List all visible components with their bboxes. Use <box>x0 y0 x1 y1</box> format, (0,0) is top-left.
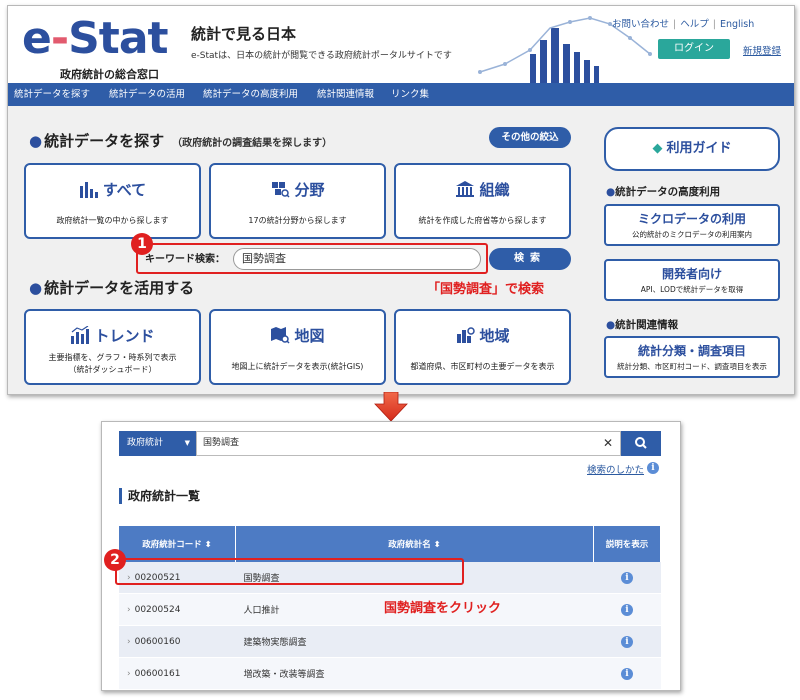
results-search-button[interactable] <box>621 431 661 456</box>
search-button[interactable]: 検索 <box>489 248 571 270</box>
dropdown-caret-icon: ▼ <box>184 439 190 447</box>
government-building-icon <box>456 181 475 197</box>
card-region-desc: 都道府県、市区町村の主要データを表示 <box>410 362 555 371</box>
card-trend-title: トレンド <box>26 325 199 346</box>
info-icon[interactable]: i <box>621 635 633 648</box>
search-section-title: ● 統計データを探す （政府統計の調査結果を探します） <box>29 132 333 150</box>
card-region-title: 地域 <box>396 325 569 346</box>
row-code-cell: › 00600160 <box>119 625 236 658</box>
results-list-title: 政府統計一覧 <box>119 488 200 504</box>
trend-chart-icon <box>71 325 90 344</box>
site-description: e-Statは、日本の統計が閲覧できる政府統計ポータルサイトです <box>191 51 452 61</box>
region-search-icon <box>457 327 476 343</box>
search-howto-link[interactable]: 検索のしかた <box>587 462 644 476</box>
chevron-right-icon: › <box>127 668 131 679</box>
step1-badge: 1 <box>131 233 153 255</box>
row-code-cell: › 00200524 <box>119 593 236 626</box>
card-all-desc: 政府統計一覧の中から探します <box>56 216 169 225</box>
table-row[interactable]: › 00600161 増改築・改装等調査 i <box>119 657 661 690</box>
advanced-heading: ●統計データの高度利用 <box>606 186 721 198</box>
user-guide-button[interactable]: ◆ 利用ガイド <box>604 127 780 171</box>
card-map[interactable]: 地図 地図上に統計データを表示(統計GIS) <box>209 309 386 385</box>
row-info-cell: i <box>593 593 661 626</box>
nav-item-advanced[interactable]: 統計データの高度利用 <box>203 83 298 106</box>
card-trend-desc: 主要指標を、グラフ・時系列で表示 （統計ダッシュボード） <box>48 353 177 374</box>
info-icon[interactable]: i <box>621 667 633 680</box>
other-filter-button[interactable]: その他の絞込 <box>489 127 571 148</box>
card-field-title: 分野 <box>211 179 384 200</box>
info-icon[interactable]: i <box>647 462 659 474</box>
logo-wordmark: e-Stat <box>22 13 169 64</box>
results-search-input[interactable]: 国勢調査 <box>196 431 621 456</box>
card-region[interactable]: 地域 都道府県、市区町村の主要データを表示 <box>394 309 571 385</box>
developer-desc: API、LODで統計データを取得 <box>640 285 744 294</box>
nav-item-links[interactable]: リンク集 <box>391 83 429 106</box>
bar-chart-icon <box>79 182 98 198</box>
register-link[interactable]: 新規登録 <box>743 43 781 57</box>
search-section-subtitle: （政府統計の調査結果を探します） <box>172 138 333 149</box>
row-code-cell: › 00600161 <box>119 657 236 690</box>
card-organization-desc: 統計を作成した府省等から探します <box>418 216 547 225</box>
info-icon[interactable]: i <box>621 571 633 584</box>
map-search-icon <box>271 327 291 344</box>
logo-subtitle: 政府統計の総合窓口 <box>60 68 159 81</box>
card-all-title: すべて <box>26 179 199 200</box>
row-info-cell: i <box>593 562 661 594</box>
nav-item-related[interactable]: 統計関連情報 <box>317 83 374 106</box>
main-nav: 統計データを探す 統計データの活用 統計データの高度利用 統計関連情報 リンク集 <box>8 83 794 106</box>
help-link[interactable]: ヘルプ <box>680 19 709 30</box>
developer-card[interactable]: 開発者向け API、LODで統計データを取得 <box>604 259 780 301</box>
related-heading: ●統計関連情報 <box>606 319 679 331</box>
developer-title: 開発者向け <box>661 267 722 281</box>
card-field-desc: 17の統計分野から探します <box>248 216 347 225</box>
card-map-desc: 地図上に統計データを表示(統計GIS) <box>231 362 364 371</box>
search-results-page: 政府統計 ▼ 国勢調査 ✕ 検索のしかた i 政府統計一覧 政府統計コード ⬍ 政… <box>101 421 681 691</box>
nav-item-use[interactable]: 統計データの活用 <box>109 83 185 106</box>
header-links: お問い合わせ | ヘルプ | English <box>612 19 755 30</box>
table-row[interactable]: › 00600160 建築物実態調査 i <box>119 625 661 658</box>
step2-badge: 2 <box>104 549 126 571</box>
search-icon <box>635 437 647 449</box>
login-button[interactable]: ログイン <box>658 39 730 59</box>
card-trend[interactable]: トレンド 主要指標を、グラフ・時系列で表示 （統計ダッシュボード） <box>24 309 201 385</box>
classification-desc: 統計分類、市区町村コード、調査項目を表示 <box>617 362 767 371</box>
english-link[interactable]: English <box>720 19 754 30</box>
estat-logo[interactable]: e-Stat 政府統計の総合窓口 <box>22 14 172 84</box>
microdata-card[interactable]: ミクロデータの利用 公的統計のミクロデータの利用案内 <box>604 204 780 246</box>
column-header-description: 説明を表示 <box>593 526 661 562</box>
category-select[interactable]: 政府統計 ▼ <box>119 431 196 456</box>
cubes-search-icon <box>272 182 291 198</box>
beginner-mark-icon: ◆ <box>652 141 663 156</box>
card-field[interactable]: 分野 17の統計分野から探します <box>209 163 386 239</box>
step2-annotation: 国勢調査をクリック <box>384 601 502 616</box>
down-arrow-icon <box>374 392 408 422</box>
info-icon[interactable]: i <box>621 603 633 616</box>
clear-search-icon[interactable]: ✕ <box>599 431 617 456</box>
card-all[interactable]: すべて 政府統計一覧の中から探します <box>24 163 201 239</box>
use-section-title: ● 統計データを活用する <box>29 279 195 297</box>
classification-title: 統計分類・調査項目 <box>637 344 746 358</box>
row-info-cell: i <box>593 625 661 658</box>
column-header-name[interactable]: 政府統計名 ⬍ <box>235 526 594 562</box>
card-map-title: 地図 <box>211 325 384 346</box>
step2-highlight <box>115 558 464 585</box>
card-organization[interactable]: 組織 統計を作成した府省等から探します <box>394 163 571 239</box>
step1-highlight <box>136 243 488 274</box>
microdata-desc: 公的統計のミクロデータの利用案内 <box>632 230 752 239</box>
step1-annotation: 「国勢調査」で検索 <box>427 282 545 297</box>
classification-card[interactable]: 統計分類・調査項目 統計分類、市区町村コード、調査項目を表示 <box>604 336 780 378</box>
microdata-title: ミクロデータの利用 <box>637 212 746 226</box>
nav-item-search[interactable]: 統計データを探す <box>14 83 90 106</box>
row-info-cell: i <box>593 657 661 690</box>
row-name-cell[interactable]: 増改築・改装等調査 <box>235 657 594 690</box>
column-header-code[interactable]: 政府統計コード ⬍ <box>119 526 236 562</box>
chevron-right-icon: › <box>127 636 131 647</box>
sort-icon: ⬍ <box>204 540 212 550</box>
row-name-cell[interactable]: 建築物実態調査 <box>235 625 594 658</box>
sort-icon: ⬍ <box>433 540 441 550</box>
site-title: 統計で見る日本 <box>191 25 297 43</box>
contact-link[interactable]: お問い合わせ <box>612 19 669 30</box>
card-organization-title: 組織 <box>396 179 569 200</box>
chevron-right-icon: › <box>127 604 131 615</box>
